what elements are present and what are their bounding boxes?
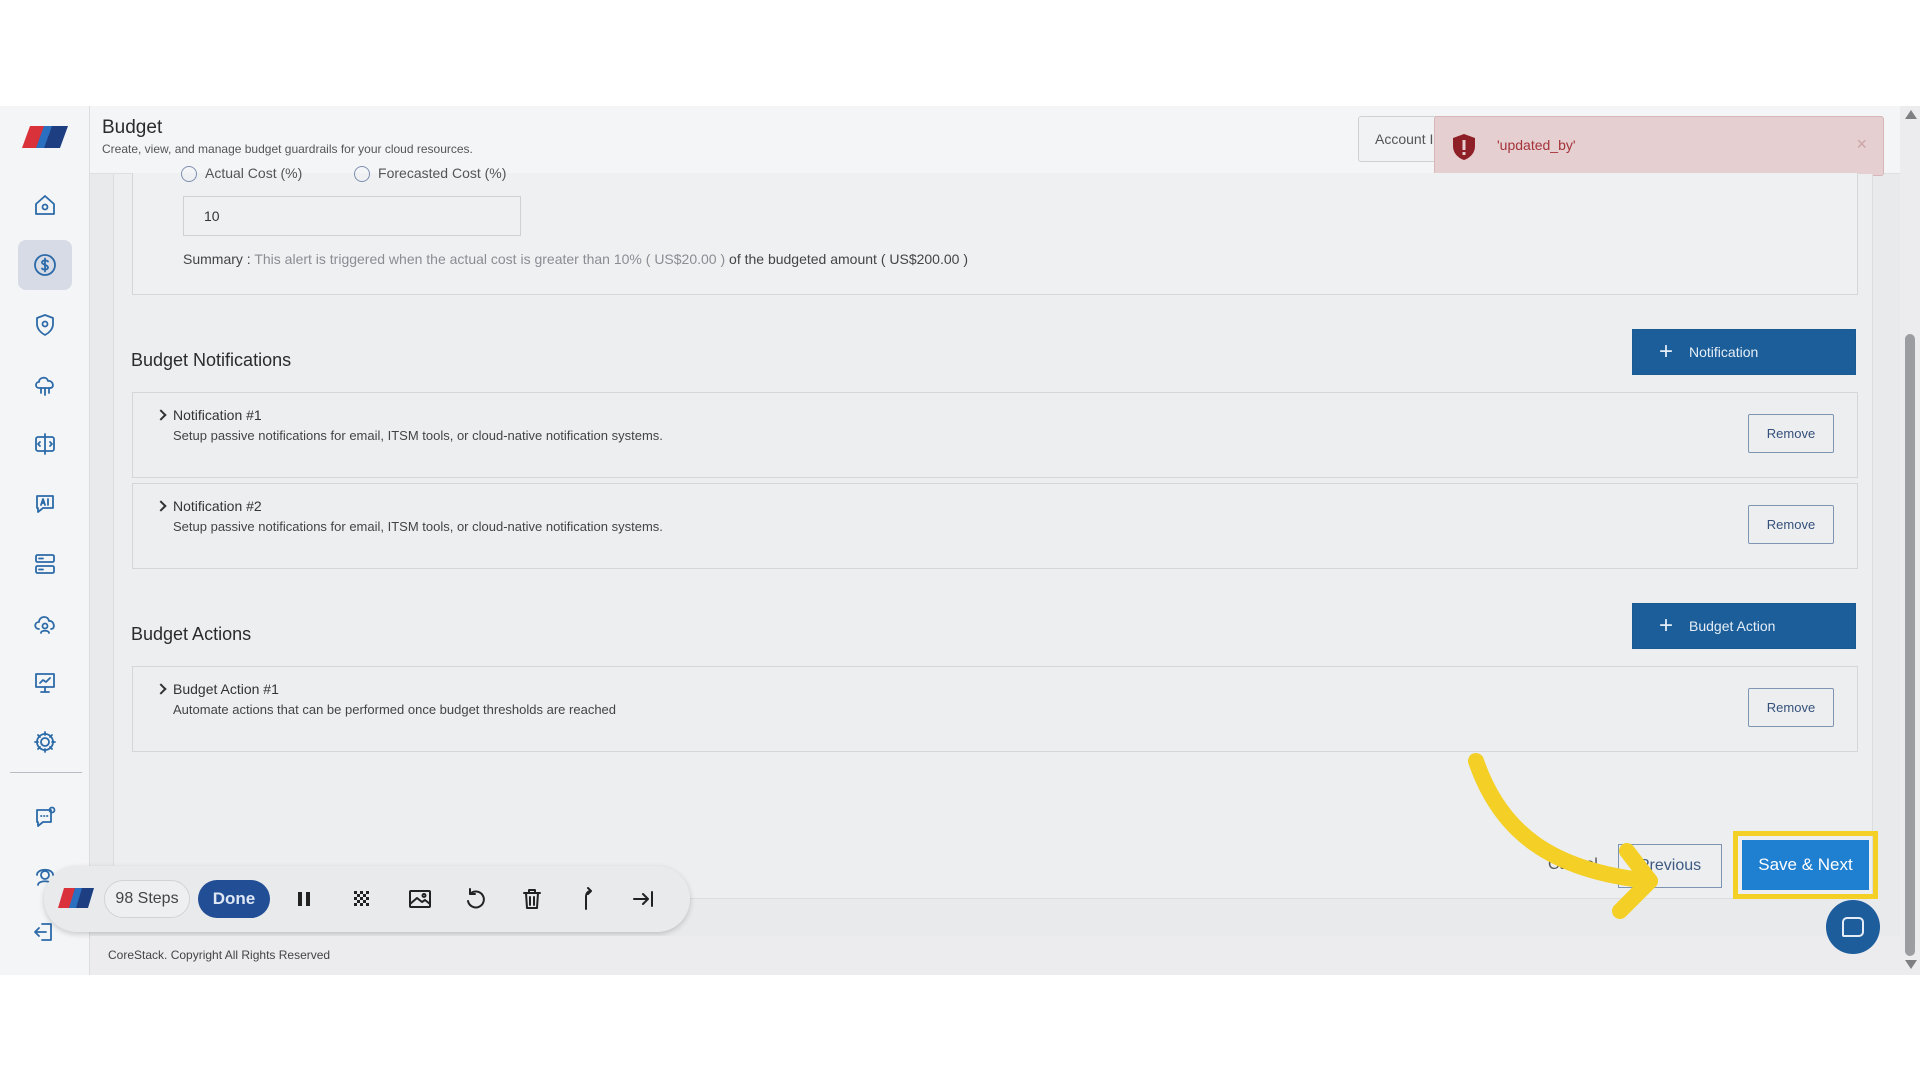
summary-mid: of the budgeted amount (729, 251, 877, 267)
notification-title[interactable]: Notification #1 (173, 407, 262, 423)
toast-message: 'updated_by' (1497, 137, 1576, 153)
compare-icon (35, 433, 55, 455)
cost-type-radios: Actual Cost (%) Forecasted Cost (%) (181, 165, 507, 183)
steps-counter[interactable]: 98 Steps (104, 880, 190, 918)
pause-button[interactable] (290, 885, 318, 913)
notification-title[interactable]: Notification #2 (173, 498, 262, 514)
home-icon (35, 195, 55, 215)
add-notification-button[interactable]: + Notification (1632, 329, 1856, 375)
remove-budget-action-button[interactable]: Remove (1748, 688, 1834, 727)
shield-icon (36, 314, 54, 336)
chevron-right-icon[interactable] (155, 500, 167, 512)
shield-alert-icon (1453, 134, 1475, 160)
chat-widget-button[interactable] (1826, 900, 1880, 954)
sidebar-item-home[interactable] (18, 180, 72, 230)
notification-item-1: Notification #1 Setup passive notificati… (132, 392, 1858, 478)
add-budget-action-label: Budget Action (1689, 618, 1776, 634)
radio-forecasted-cost[interactable] (354, 166, 371, 183)
sidebar-item-security[interactable] (18, 300, 72, 350)
settings-icon (34, 731, 56, 753)
error-toast: 'updated_by' × (1434, 116, 1884, 176)
undo-icon (467, 888, 485, 909)
app-window: Budget Create, view, and manage budget g… (0, 106, 1920, 975)
skip-to-end-button[interactable] (630, 885, 658, 913)
radio-actual-label: Actual Cost (%) (205, 165, 303, 181)
pause-icon (298, 892, 310, 906)
summary-label: Summary : (183, 251, 251, 267)
remove-notification-button[interactable]: Remove (1748, 505, 1834, 544)
branch-icon (585, 887, 592, 910)
server-icon (35, 554, 55, 574)
notification-desc: Setup passive notifications for email, I… (173, 428, 663, 443)
ai-chat-icon (36, 495, 54, 513)
budget-action-title[interactable]: Budget Action #1 (173, 681, 279, 697)
radio-forecasted-label: Forecasted Cost (%) (378, 165, 507, 181)
sidebar-item-settings[interactable] (18, 717, 72, 767)
image-button[interactable] (406, 885, 434, 913)
scroll-up-arrow[interactable] (1905, 110, 1917, 119)
blur-icon (354, 891, 369, 906)
page-title: Budget (102, 117, 163, 138)
threshold-input[interactable]: 10 (183, 196, 521, 236)
delete-button[interactable] (518, 885, 546, 913)
sidebar-item-messages[interactable] (18, 792, 72, 842)
section-title-actions: Budget Actions (131, 624, 252, 644)
section-title-notifications: Budget Notifications (131, 350, 292, 370)
radio-actual-cost[interactable] (181, 166, 197, 183)
save-next-button[interactable]: Save & Next (1742, 840, 1869, 890)
copyright-text: CoreStack. Copyright All Rights Reserved (108, 948, 331, 962)
notification-item-2: Notification #2 Setup passive notificati… (132, 483, 1858, 569)
undo-button[interactable] (462, 885, 490, 913)
sidebar-item-servers[interactable] (18, 539, 72, 589)
page-subtitle: Create, view, and manage budget guardrai… (102, 142, 473, 156)
add-budget-action-button[interactable]: + Budget Action (1632, 603, 1856, 649)
done-button[interactable]: Done (198, 880, 270, 918)
image-icon (409, 890, 431, 908)
remove-notification-button[interactable]: Remove (1748, 414, 1834, 453)
sidebar-item-budget[interactable] (18, 240, 72, 290)
page-footer: CoreStack. Copyright All Rights Reserved (90, 936, 1900, 975)
sidebar-item-ai[interactable] (18, 479, 72, 529)
alert-summary: Summary : This alert is triggered when t… (183, 251, 968, 267)
vertical-scrollbar[interactable] (1900, 106, 1920, 975)
presentation-icon (35, 673, 55, 693)
toast-close-button[interactable]: × (1856, 134, 1867, 155)
corestack-logo[interactable] (22, 124, 68, 150)
sidebar-item-cloud-users[interactable] (18, 599, 72, 649)
chevron-right-icon[interactable] (155, 409, 167, 421)
trash-icon (523, 889, 541, 909)
recorder-toolbar: 98 Steps Done (44, 866, 690, 932)
chevron-right-icon[interactable] (155, 683, 167, 695)
dollar-icon (34, 254, 56, 276)
plus-icon: + (1659, 338, 1674, 365)
sidebar-item-reports[interactable] (18, 658, 72, 708)
cloud-network-icon (35, 376, 54, 396)
blur-button[interactable] (348, 885, 376, 913)
scroll-thumb[interactable] (1905, 334, 1915, 956)
notification-desc: Setup passive notifications for email, I… (173, 519, 663, 534)
budget-action-desc: Automate actions that can be performed o… (173, 702, 617, 717)
budget-action-item-1: Budget Action #1 Automate actions that c… (132, 666, 1858, 752)
summary-amount-budget: ( US$200.00 ) (880, 251, 968, 267)
sidebar (0, 106, 90, 975)
corestack-logo (58, 888, 94, 908)
sidebar-divider (10, 772, 82, 773)
summary-text: This alert is triggered when the actual … (254, 251, 642, 267)
skip-end-icon (633, 891, 653, 907)
plus-icon: + (1659, 612, 1674, 639)
chat-icon (1842, 917, 1864, 937)
scroll-down-arrow[interactable] (1905, 960, 1917, 969)
alert-threshold-box: Actual Cost (%) Forecasted Cost (%) 10 S… (132, 165, 1858, 295)
cloud-user-icon (34, 616, 55, 634)
branch-button[interactable] (574, 885, 602, 913)
summary-amount-threshold: ( US$20.00 ) (645, 251, 726, 267)
sidebar-item-cloud[interactable] (18, 360, 72, 410)
add-notification-label: Notification (1689, 344, 1759, 360)
sidebar-item-compare[interactable] (18, 419, 72, 469)
chat-alert-icon (36, 806, 56, 827)
